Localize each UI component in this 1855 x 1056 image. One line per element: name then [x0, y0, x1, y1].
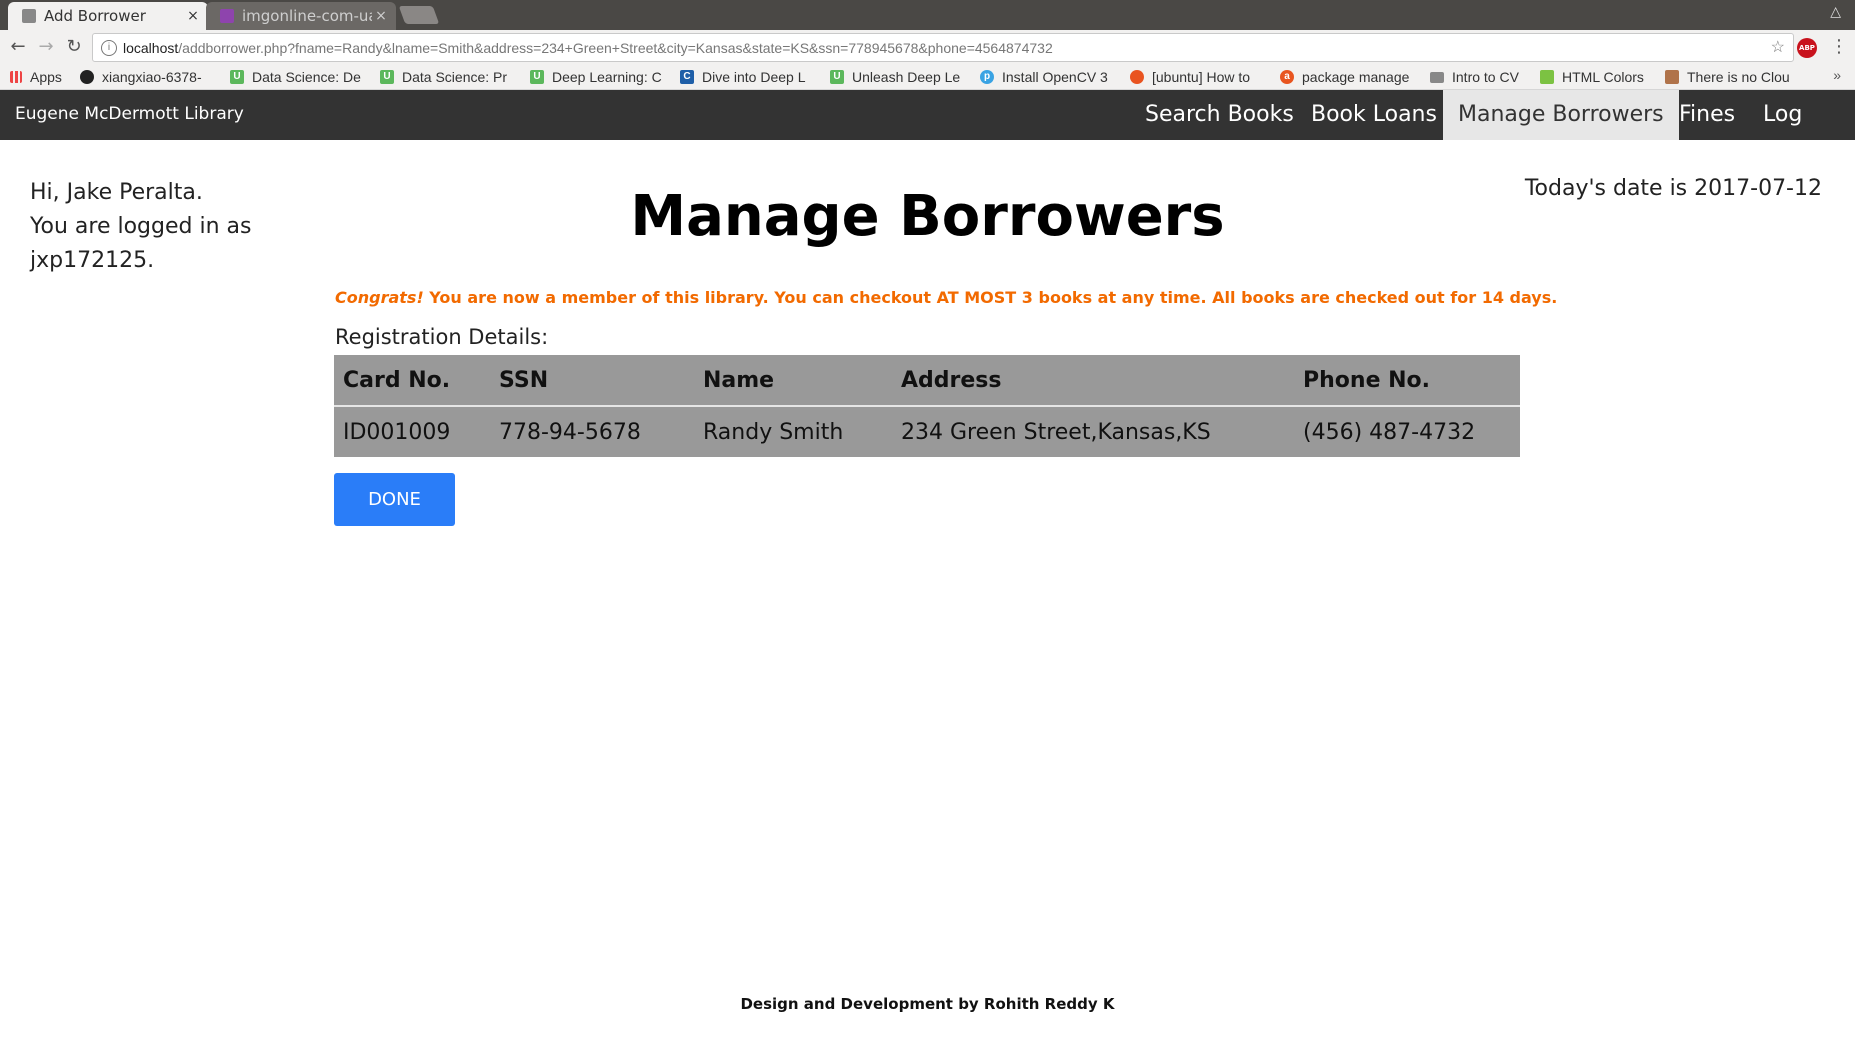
bookmark-item[interactable]: U Data Science: Pr	[380, 68, 518, 86]
udemy-icon: U	[530, 70, 544, 84]
nav-manage-borrowers[interactable]: Manage Borrowers	[1443, 90, 1679, 140]
bookmark-label: There is no Clou	[1687, 69, 1790, 85]
page-favicon-icon	[22, 9, 36, 23]
back-arrow-icon[interactable]: ←	[6, 35, 30, 59]
bookmark-label: [ubuntu] How to	[1152, 69, 1251, 85]
bookmark-label: xiangxiao-6378-	[102, 69, 202, 85]
table-header-row: Card No. SSN Name Address Phone No.	[334, 355, 1520, 407]
nav-fines[interactable]: Fines	[1664, 90, 1750, 140]
browser-tab-imgonline[interactable]: imgonline-com-ua- ×	[206, 2, 396, 30]
browser-tab-strip: Add Borrower × imgonline-com-ua- × △	[0, 0, 1855, 30]
table-row: ID001009 778-94-5678 Randy Smith 234 Gre…	[334, 406, 1520, 457]
browser-menu-icon[interactable]: ⋮	[1830, 36, 1848, 57]
column-header-card-no: Card No.	[334, 355, 490, 407]
cell-card-no: ID001009	[343, 419, 451, 445]
bookmark-label: Unleash Deep Le	[852, 69, 961, 85]
bookmarks-overflow-icon[interactable]: »	[1833, 67, 1841, 83]
bookmark-item[interactable]: C Dive into Deep L	[680, 68, 818, 86]
bookmark-item[interactable]: There is no Clou	[1665, 68, 1803, 86]
page-footer: Design and Development by Rohith Reddy K	[740, 995, 1115, 1013]
adblock-plus-icon[interactable]: ABP	[1797, 38, 1817, 58]
tab-title: imgonline-com-ua-	[242, 7, 372, 25]
success-notice: Congrats! You are now a member of this l…	[335, 288, 1557, 307]
brand-link[interactable]: Eugene McDermott Library	[15, 104, 244, 124]
done-button[interactable]: DONE	[334, 473, 455, 526]
nav-book-loans[interactable]: Book Loans	[1296, 90, 1452, 140]
bookmark-item[interactable]: U Unleash Deep Le	[830, 68, 968, 86]
column-header-phone: Phone No.	[1294, 355, 1520, 407]
bookmark-label: Dive into Deep L	[702, 69, 806, 85]
bookmark-item[interactable]: U Deep Learning: C	[530, 68, 668, 86]
bookmark-item[interactable]: a package manage	[1280, 68, 1418, 86]
cell-phone: (456) 487-4732	[1303, 419, 1476, 445]
bookmark-folder[interactable]: Intro to CV	[1430, 68, 1535, 86]
info-icon[interactable]: i	[101, 39, 117, 56]
folder-icon	[1430, 71, 1444, 83]
url-host: localhost	[123, 39, 179, 56]
url-path: /addborrower.php?fname=Randy&lname=Smith…	[178, 39, 1053, 56]
close-tab-icon[interactable]: ×	[372, 8, 390, 24]
bookmark-label: Apps	[30, 69, 62, 85]
cell-name: Randy Smith	[703, 419, 844, 445]
cell-ssn: 778-94-5678	[499, 419, 641, 445]
bookmarks-bar: Apps xiangxiao-6378- U Data Science: De …	[0, 65, 1855, 90]
page-icon: C	[680, 70, 694, 84]
forward-arrow-icon[interactable]: →	[34, 35, 58, 59]
bookmark-label: Deep Learning: C	[552, 69, 662, 85]
bookmark-label: Install OpenCV 3	[1002, 69, 1108, 85]
bookmark-label: Data Science: Pr	[402, 69, 508, 85]
github-icon	[80, 70, 94, 84]
notice-emphasis: Congrats!	[335, 288, 424, 307]
nav-search-books[interactable]: Search Books	[1130, 90, 1309, 140]
page-title: Manage Borrowers	[630, 184, 1225, 249]
bookmark-label: Data Science: De	[252, 69, 361, 85]
nav-log-out[interactable]: Log out	[1748, 90, 1855, 177]
udemy-icon: U	[380, 70, 394, 84]
registration-details-label: Registration Details:	[335, 325, 549, 349]
column-header-name: Name	[694, 355, 892, 407]
jpg-favicon-icon	[220, 9, 234, 23]
bookmark-star-icon[interactable]: ☆	[1771, 37, 1785, 57]
colors-icon	[1540, 70, 1554, 84]
bookmark-apps[interactable]: Apps	[10, 68, 72, 86]
notice-text: You are now a member of this library. Yo…	[423, 288, 1558, 307]
close-tab-icon[interactable]: ×	[184, 8, 202, 24]
udemy-icon: U	[830, 70, 844, 84]
greeting-line: jxp172125.	[30, 248, 155, 273]
bookmark-item[interactable]: U Data Science: De	[230, 68, 368, 86]
column-header-address: Address	[892, 355, 1294, 407]
column-header-ssn: SSN	[490, 355, 694, 407]
bookmark-label: Intro to CV	[1452, 69, 1519, 85]
p-icon: p	[980, 70, 994, 84]
registration-details-table: Card No. SSN Name Address Phone No. ID00…	[334, 355, 1520, 457]
cloud-icon	[1665, 70, 1679, 84]
bookmark-label: package manage	[1302, 69, 1410, 85]
site-navbar: Eugene McDermott Library Search Books Bo…	[0, 90, 1855, 177]
bookmark-item[interactable]: xiangxiao-6378-	[80, 68, 215, 86]
bookmark-label: HTML Colors	[1562, 69, 1644, 85]
browser-toolbar: ← → ↻ i localhost/addborrower.php?fname=…	[0, 30, 1855, 65]
apps-grid-icon	[10, 71, 22, 83]
cell-address: 234 Green Street,Kansas,KS	[901, 419, 1211, 445]
new-tab-button[interactable]	[398, 6, 440, 24]
account-icon[interactable]: △	[1830, 4, 1841, 20]
bookmark-item[interactable]: p Install OpenCV 3	[980, 68, 1118, 86]
reload-icon[interactable]: ↻	[62, 35, 86, 59]
ubuntu-icon	[1130, 70, 1144, 84]
bookmark-item[interactable]: HTML Colors	[1540, 68, 1658, 86]
tab-title: Add Borrower	[44, 7, 146, 25]
address-bar[interactable]: i localhost/addborrower.php?fname=Randy&…	[92, 33, 1794, 62]
browser-tab-add-borrower[interactable]: Add Borrower ×	[8, 2, 208, 30]
ask-icon: a	[1280, 70, 1294, 84]
udemy-icon: U	[230, 70, 244, 84]
bookmark-item[interactable]: [ubuntu] How to	[1130, 68, 1268, 86]
